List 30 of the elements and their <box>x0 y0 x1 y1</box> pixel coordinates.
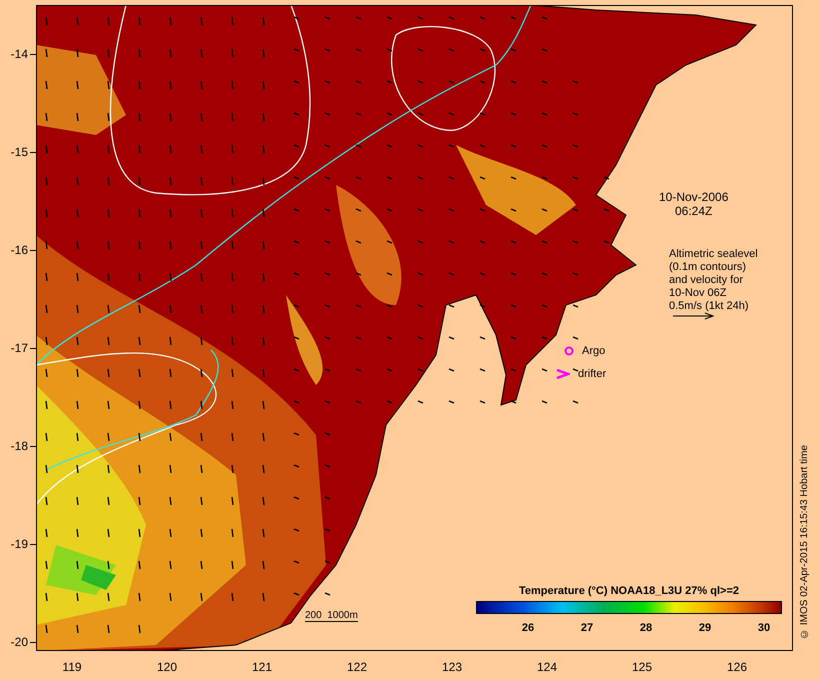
y-axis-label: -16 <box>10 241 36 259</box>
circle-marker-icon <box>564 346 574 356</box>
x-axis-label: 119 <box>61 660 83 674</box>
timestamp-text: 10-Nov-2006 06:24Z <box>659 190 728 218</box>
colorbar-tick-label: 29 <box>698 622 712 634</box>
x-axis-label: 124 <box>536 660 558 674</box>
x-axis-label: 123 <box>440 660 464 674</box>
arrow-icon <box>673 312 715 320</box>
y-axis-label: -14 <box>10 45 36 63</box>
marker-label: drifter <box>578 368 606 380</box>
x-axis-label: 122 <box>346 660 368 674</box>
x-axis-label: 121 <box>250 660 274 674</box>
marker-label: Argo <box>582 345 606 357</box>
y-axis-label: -19 <box>10 535 36 553</box>
scale-label: 200 1000m <box>305 610 358 622</box>
x-axis-label: 120 <box>156 660 178 674</box>
x-axis-label: 125 <box>630 660 654 674</box>
colorbar-tick-label: 30 <box>756 622 772 634</box>
chevron-marker-icon <box>556 368 570 380</box>
colorbar-tick-label: 27 <box>580 622 594 634</box>
y-axis-label: -17 <box>10 339 36 357</box>
colorbar-tick-label: 26 <box>520 622 536 634</box>
colorbar-title: Temperature (°C) NOAA18_L3U 27% ql>=2 <box>519 585 739 597</box>
legend-text: Altimetric sealevel (0.1m contours) and velocity for 10-Nov 06Z 0.5m/s (1kt 24h) <box>669 248 758 313</box>
credit-text: © IMOS 02-Apr-2015 16:15:43 Hobart time <box>799 445 810 639</box>
x-axis-label: 126 <box>726 660 748 674</box>
y-axis-label: -18 <box>10 437 36 455</box>
colorbar-tick-label: 28 <box>638 622 654 634</box>
y-axis-label: -20 <box>10 633 36 651</box>
y-axis-label: -15 <box>10 143 36 161</box>
